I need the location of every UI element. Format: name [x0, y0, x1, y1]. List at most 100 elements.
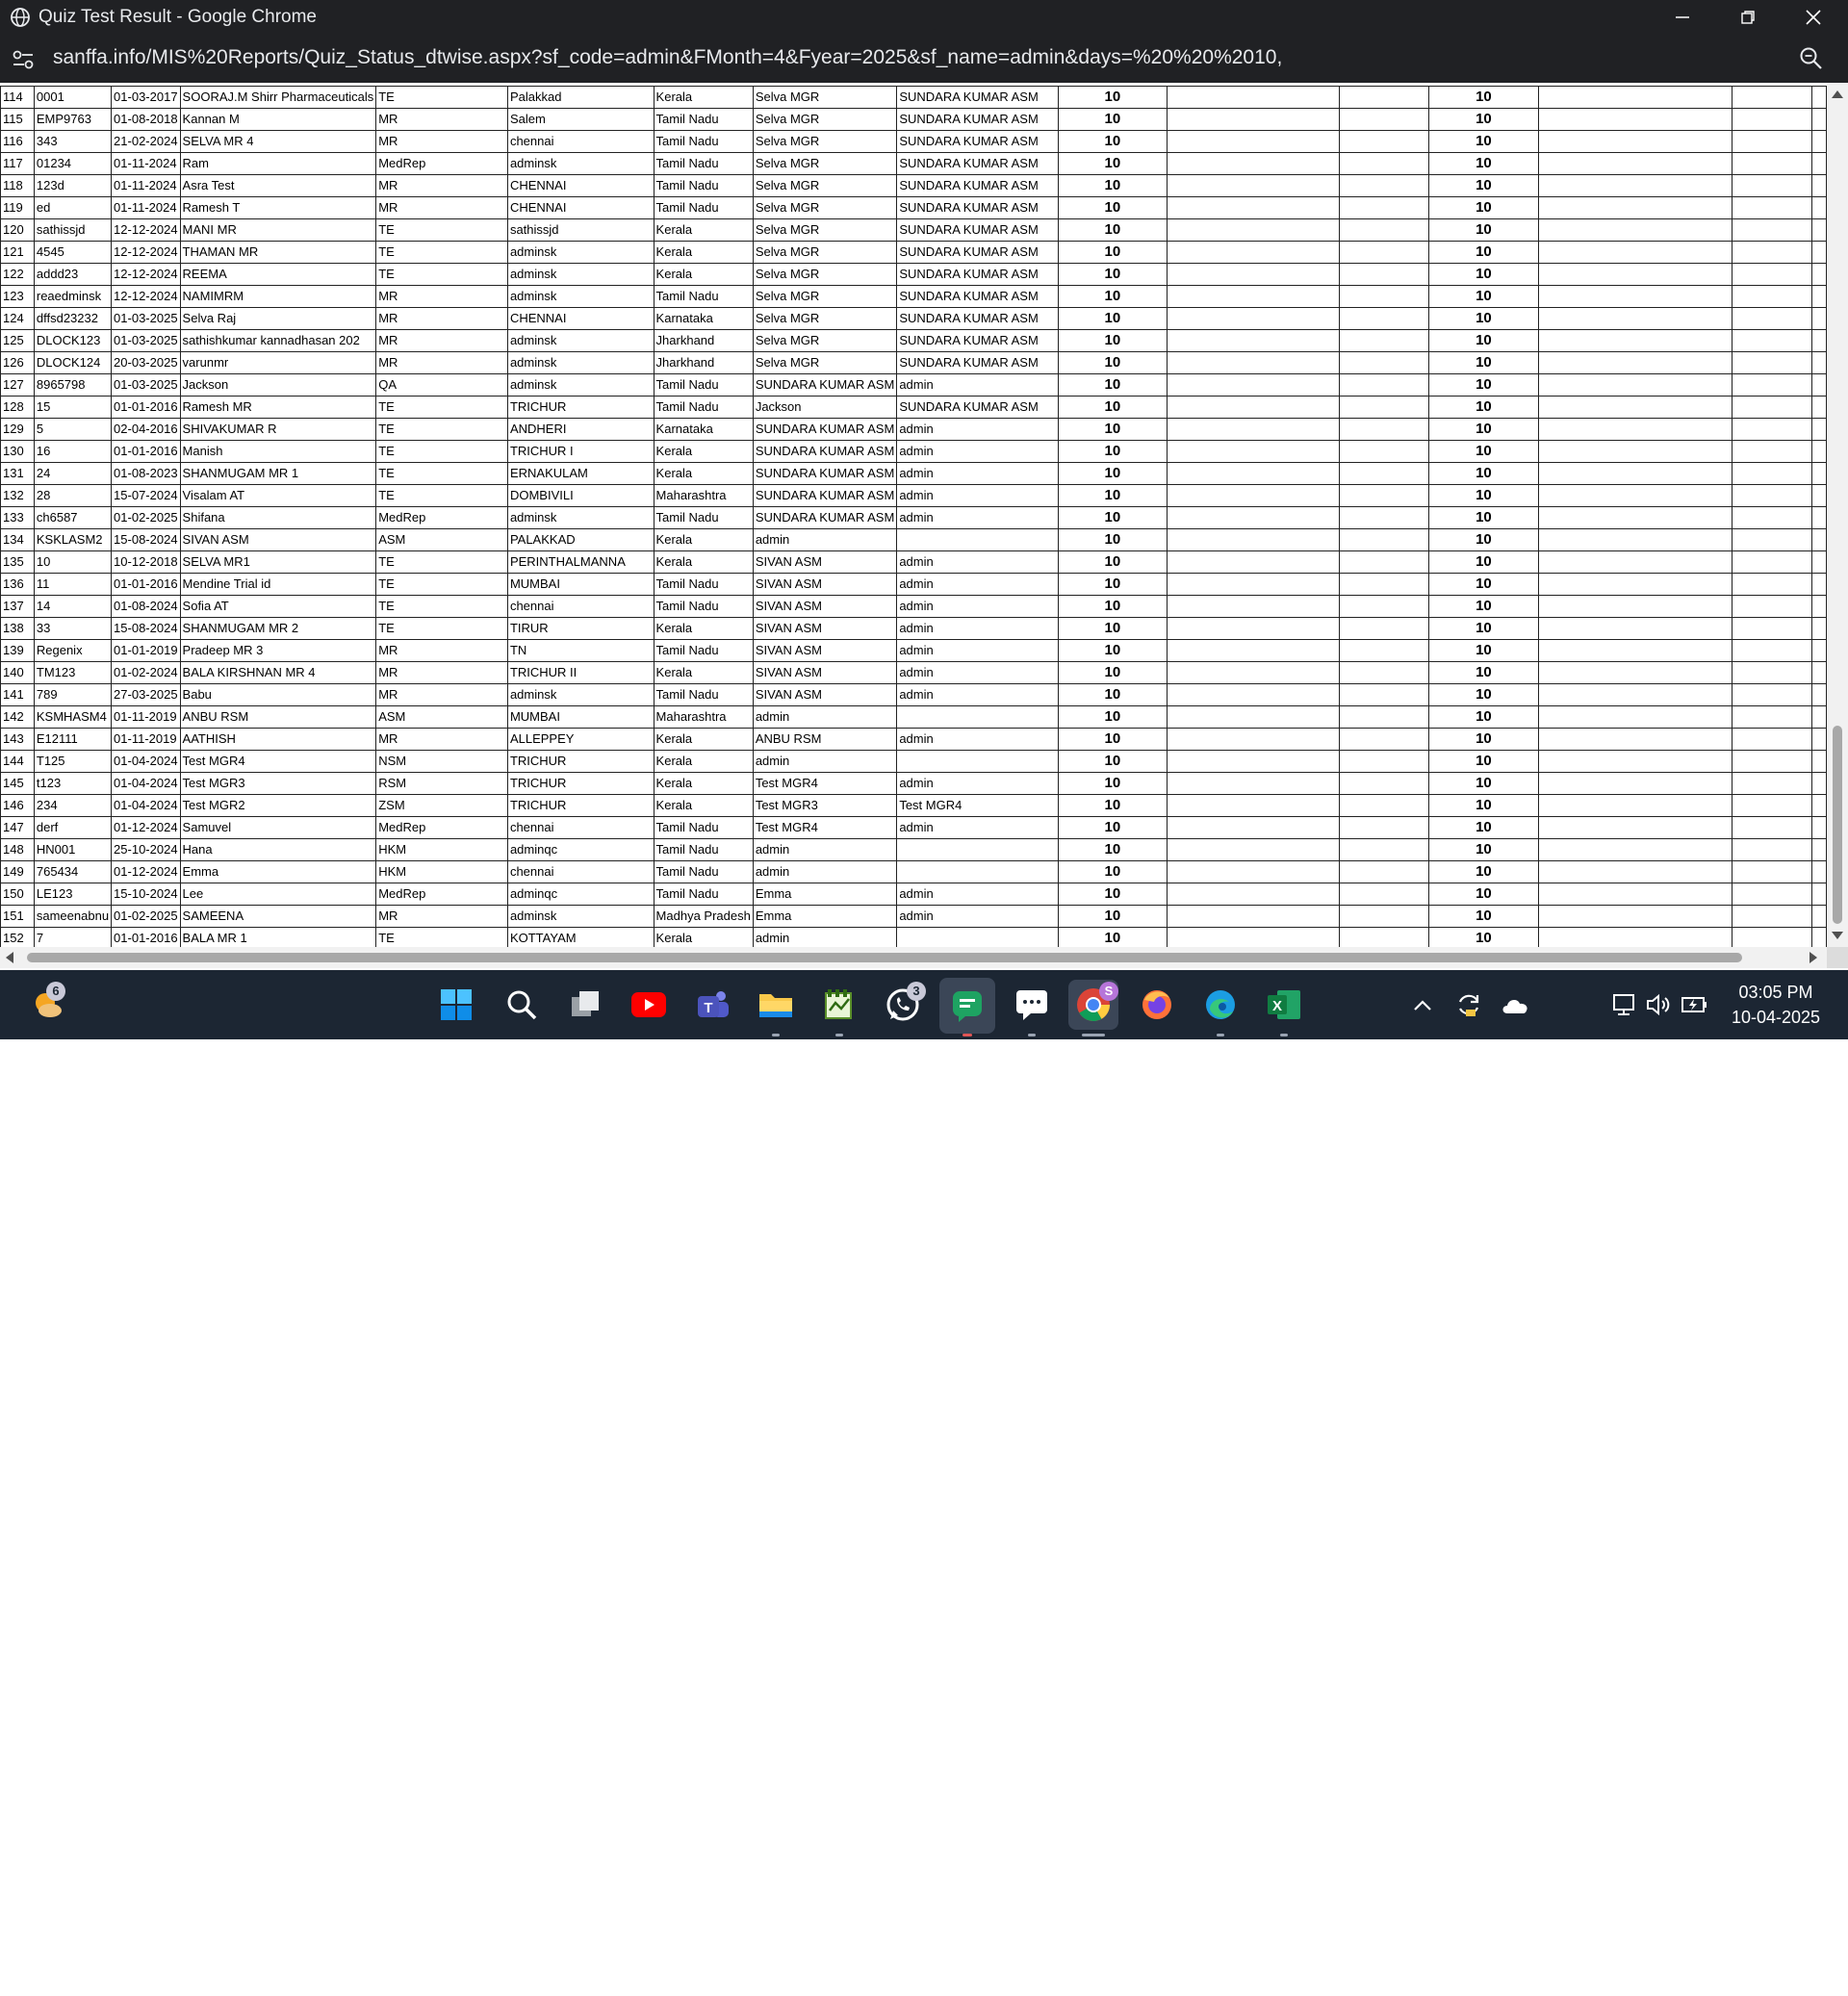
- file-explorer-button[interactable]: [755, 984, 797, 1026]
- empty-cell: [1338, 772, 1429, 795]
- manager-cell: Selva MGR: [752, 108, 898, 131]
- scroll-up-icon[interactable]: [1832, 90, 1843, 98]
- hq-cell: TRICHUR: [506, 396, 654, 419]
- edge-button[interactable]: [1199, 984, 1242, 1026]
- battery-button[interactable]: [1675, 984, 1715, 1026]
- vertical-scroll-thumb[interactable]: [1833, 726, 1842, 924]
- empty-cell: [1338, 329, 1429, 352]
- manager-cell: admin: [752, 860, 898, 883]
- employee-code-cell: Regenix: [33, 639, 113, 662]
- restore-button[interactable]: [1719, 0, 1777, 35]
- score-cell: 10: [1058, 263, 1168, 286]
- horizontal-scrollbar[interactable]: [0, 947, 1827, 968]
- joining-date-cell: 01-11-2024: [111, 196, 181, 219]
- volume-button[interactable]: [1638, 984, 1679, 1026]
- vertical-scrollbar[interactable]: [1827, 83, 1848, 947]
- messaging-button[interactable]: [1011, 984, 1053, 1026]
- notes-app-icon: [825, 989, 852, 1019]
- empty-cell: [1732, 860, 1813, 883]
- state-cell: Tamil Nadu: [653, 108, 754, 131]
- empty-cell: [1166, 550, 1340, 574]
- row-number-cell: 144: [0, 750, 35, 773]
- designation-cell: HKM: [375, 838, 508, 861]
- joining-date-cell: 01-04-2024: [111, 794, 181, 817]
- reporting-to-cell: admin: [896, 772, 1060, 795]
- horizontal-scroll-thumb[interactable]: [27, 953, 1742, 962]
- task-view-button[interactable]: [564, 984, 606, 1026]
- empty-cell: [1732, 152, 1813, 175]
- employee-name-cell: Test MGR3: [179, 772, 377, 795]
- close-button[interactable]: [1784, 0, 1842, 35]
- score-cell: 10: [1058, 307, 1168, 330]
- language-indicator[interactable]: ENG IN: [1540, 1954, 1598, 1996]
- reporting-to-cell: admin: [896, 683, 1060, 706]
- score-cell: 10: [1427, 440, 1540, 463]
- empty-cell: [1811, 396, 1827, 419]
- score-cell: 10: [1058, 860, 1168, 883]
- empty-cell: [1538, 263, 1733, 286]
- empty-cell: [1166, 130, 1340, 153]
- youtube-button[interactable]: [628, 984, 670, 1026]
- empty-cell: [1338, 728, 1429, 751]
- zoom-icon[interactable]: [1798, 45, 1825, 72]
- empty-cell: [1732, 440, 1813, 463]
- employee-name-cell: SELVA MR 4: [179, 130, 377, 153]
- scroll-down-icon[interactable]: [1832, 932, 1843, 939]
- excel-button[interactable]: X: [1263, 984, 1305, 1026]
- url-text[interactable]: sanffa.info/MIS%20Reports/Quiz_Status_dt…: [53, 46, 1282, 69]
- state-cell: Kerala: [653, 550, 754, 574]
- empty-cell: [1811, 816, 1827, 839]
- designation-cell: MR: [375, 196, 508, 219]
- minimize-button[interactable]: [1654, 0, 1711, 35]
- speaker-icon: [1647, 993, 1670, 1016]
- show-hidden-icons-button[interactable]: [1401, 984, 1444, 1026]
- scroll-right-icon[interactable]: [1810, 952, 1817, 963]
- empty-cell: [1811, 927, 1827, 947]
- start-button[interactable]: [435, 984, 477, 1026]
- empty-cell: [1811, 683, 1827, 706]
- search-button[interactable]: [500, 984, 543, 1026]
- manager-cell: SIVAN ASM: [752, 683, 898, 706]
- employee-code-cell: 123d: [33, 174, 113, 197]
- row-number-cell: 147: [0, 816, 35, 839]
- reporting-to-cell: [896, 838, 1060, 861]
- employee-code-cell: TM123: [33, 661, 113, 684]
- state-cell: Kerala: [653, 794, 754, 817]
- row-number-cell: 129: [0, 418, 35, 441]
- designation-cell: MR: [375, 130, 508, 153]
- sync-tray-button[interactable]: [1448, 984, 1490, 1026]
- score-cell: 10: [1058, 617, 1168, 640]
- score-cell: 10: [1427, 418, 1540, 441]
- employee-code-cell: 33: [33, 617, 113, 640]
- designation-cell: MR: [375, 174, 508, 197]
- empty-cell: [1811, 351, 1827, 374]
- empty-cell: [1338, 661, 1429, 684]
- state-cell: Kerala: [653, 617, 754, 640]
- firefox-button[interactable]: [1136, 984, 1178, 1026]
- reporting-to-cell: [896, 927, 1060, 947]
- manager-cell: SIVAN ASM: [752, 617, 898, 640]
- hq-cell: TN: [506, 639, 654, 662]
- teams-button[interactable]: T: [691, 984, 733, 1026]
- google-chat-button[interactable]: [939, 978, 995, 1034]
- empty-cell: [1811, 418, 1827, 441]
- site-info-icon[interactable]: [10, 46, 37, 73]
- table-row: 143 E12111 01-11-2019 AATHISH MR ALLEPPEY Kera…: [0, 728, 1827, 751]
- employee-name-cell: Test MGR4: [179, 750, 377, 773]
- score-cell: 10: [1058, 639, 1168, 662]
- clock[interactable]: 03:05 PM 10-04-2025: [1713, 980, 1838, 1030]
- state-cell: Jharkhand: [653, 351, 754, 374]
- table-row: 121 4545 12-12-2024 THAMAN MR TE adminsk Keral…: [0, 241, 1827, 264]
- reporting-to-cell: SUNDARA KUMAR ASM: [896, 86, 1060, 109]
- empty-cell: [1338, 705, 1429, 729]
- onedrive-button[interactable]: [1494, 984, 1536, 1026]
- employee-name-cell: Lee: [179, 883, 377, 906]
- empty-cell: [1811, 573, 1827, 596]
- designation-cell: MR: [375, 351, 508, 374]
- reporting-to-cell: admin: [896, 883, 1060, 906]
- messaging-indicator: [1028, 1034, 1036, 1036]
- designation-cell: TE: [375, 573, 508, 596]
- scroll-left-icon[interactable]: [6, 952, 13, 963]
- notes-app-button[interactable]: [818, 984, 860, 1026]
- file-explorer-indicator: [772, 1034, 780, 1036]
